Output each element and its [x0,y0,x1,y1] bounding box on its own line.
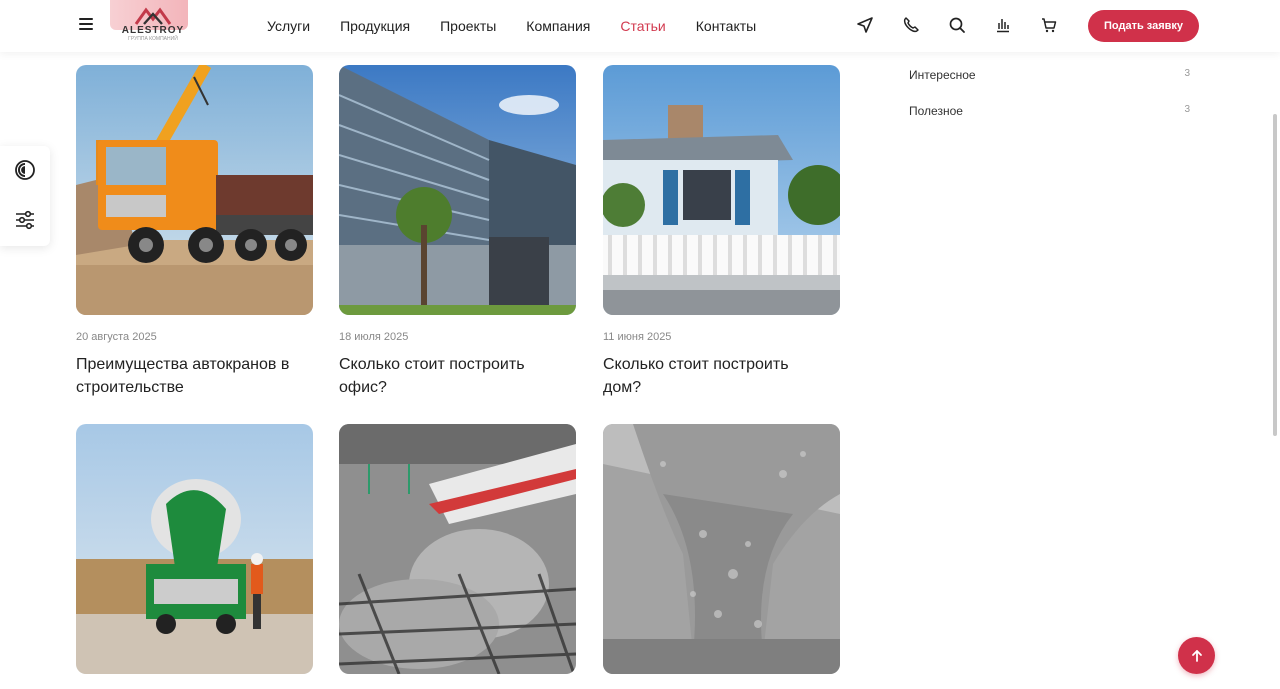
article-title[interactable]: Сколько стоит построить дом? [603,353,823,399]
article-title[interactable]: Преимущества автокранов в строительстве [76,353,296,399]
article-date: 11 июня 2025 [603,331,672,343]
article-image-concrete-flow[interactable] [603,424,840,674]
article-date: 18 июля 2025 [339,331,409,343]
compare-chart-icon[interactable] [992,14,1014,36]
contrast-icon[interactable] [13,158,37,182]
article-image-house-fence[interactable] [603,65,840,315]
article-image-office-building[interactable] [339,65,576,315]
nav-item-uslugi[interactable]: Услуги [267,18,310,34]
sliders-icon[interactable] [13,208,37,232]
page-scrollbar[interactable] [1273,114,1277,436]
accessibility-widget [0,146,50,246]
article-card[interactable] [339,424,576,674]
phone-icon[interactable] [900,14,922,36]
logo-subtitle: ГРУППА КОМПАНИЙ [128,36,178,42]
article-card[interactable] [603,424,840,674]
nav-item-kompaniya[interactable]: Компания [526,18,590,34]
nav-item-kontakty[interactable]: Контакты [696,18,756,34]
article-card[interactable]: 11 июня 2025 Сколько стоит построить дом… [603,65,840,399]
article-card[interactable]: 20 августа 2025 Преимущества автокранов … [76,65,313,399]
nav-item-stati[interactable]: Статьи [620,18,665,34]
search-icon[interactable] [946,14,968,36]
category-label: Интересное [909,68,976,82]
cart-icon[interactable] [1038,14,1060,36]
article-title[interactable]: Сколько стоит построить офис? [339,353,559,399]
article-card[interactable] [76,424,313,674]
scroll-to-top-button[interactable] [1178,637,1215,674]
category-label: Полезное [909,104,963,118]
article-image-concrete-mixer-truck[interactable] [76,424,313,674]
category-item[interactable]: Полезное 3 [909,104,1190,124]
nav-item-produkciya[interactable]: Продукция [340,18,410,34]
article-image-truck-crane[interactable] [76,65,313,315]
category-item[interactable]: Интересное 3 [909,68,1190,88]
article-date: 20 августа 2025 [76,331,157,343]
category-count: 3 [1184,104,1190,115]
site-header: ALESTROY ГРУППА КОМПАНИЙ Услуги Продукци… [0,0,1280,52]
header-icons [854,14,1084,36]
article-card[interactable]: 18 июля 2025 Сколько стоит построить офи… [339,65,576,399]
arrow-up-icon [1191,649,1202,662]
location-arrow-icon[interactable] [854,14,876,36]
category-count: 3 [1184,68,1190,79]
nav-item-proekty[interactable]: Проекты [440,18,496,34]
logo-mountains-icon [134,7,172,25]
menu-burger-icon[interactable] [76,15,96,35]
logo-text: ALESTROY [121,25,185,36]
site-logo[interactable]: ALESTROY ГРУППА КОМПАНИЙ [118,6,188,46]
submit-request-button[interactable]: Подать заявку [1088,10,1199,42]
article-image-concrete-pouring-rebar[interactable] [339,424,576,674]
main-nav: Услуги Продукция Проекты Компания Статьи… [267,0,786,52]
